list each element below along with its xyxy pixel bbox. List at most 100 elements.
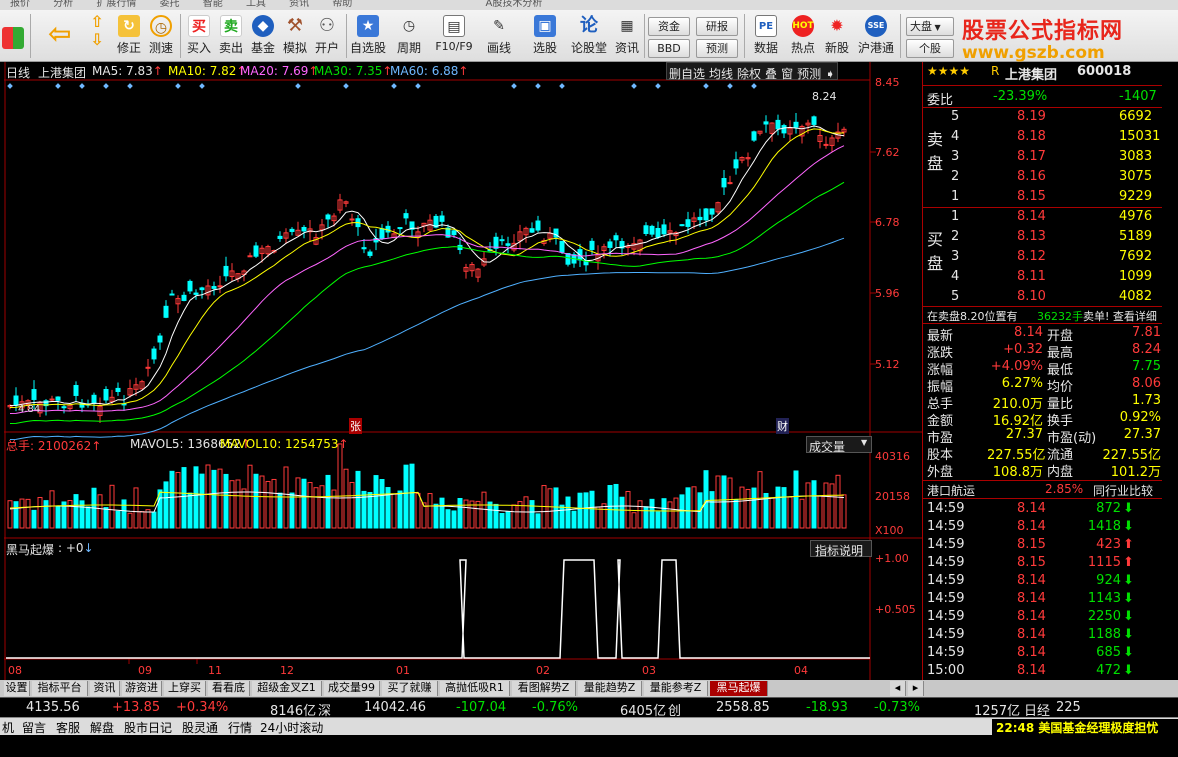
open-account-button[interactable]: ⚇ 开户 bbox=[312, 13, 342, 59]
bottom-item[interactable]: 股市日记 bbox=[124, 719, 172, 736]
draw-button[interactable]: ✎ 画线 bbox=[482, 13, 516, 59]
single-stock-button[interactable]: 个股 bbox=[906, 39, 954, 58]
date-axis-label: 01 bbox=[396, 664, 410, 677]
exright-button[interactable]: 除权 bbox=[735, 67, 763, 81]
menu-extended[interactable]: 扩展行情 bbox=[96, 0, 136, 9]
bottom-item[interactable]: 股灵通 bbox=[182, 719, 218, 736]
order-price[interactable]: 8.16 bbox=[1017, 169, 1046, 184]
menu-analysis[interactable]: 分析 bbox=[53, 0, 73, 9]
forum-button[interactable]: 论论股堂 bbox=[570, 13, 608, 59]
period-label: 日线 bbox=[6, 66, 31, 80]
hk-connect-button[interactable]: SSE 沪港通 bbox=[856, 13, 896, 59]
order-price[interactable]: 8.12 bbox=[1017, 249, 1046, 264]
volume-bar bbox=[187, 492, 193, 529]
tab-item[interactable]: 看图解势Z bbox=[512, 681, 576, 696]
expand-icon[interactable]: ➧ bbox=[823, 67, 837, 81]
scroll-left-icon[interactable]: ◂ bbox=[890, 681, 906, 696]
tab-item[interactable]: 游资进 bbox=[122, 681, 162, 696]
forecast-button[interactable]: 预测 bbox=[696, 39, 738, 58]
overlay-button[interactable]: 叠 bbox=[763, 67, 779, 81]
speed-test-button[interactable]: ◷ 测速 bbox=[146, 13, 176, 59]
remove-watchlist-button[interactable]: 删自选 bbox=[667, 67, 707, 81]
candle-body bbox=[289, 228, 295, 232]
candle-body bbox=[223, 265, 229, 277]
candle-body bbox=[535, 220, 541, 231]
tab-item[interactable]: 上穿买 bbox=[164, 681, 206, 696]
research-button[interactable]: 研报 bbox=[696, 17, 738, 36]
sell-button[interactable]: 卖卖出 bbox=[216, 13, 246, 59]
big-market-dropdown[interactable]: 大盘 ▼ bbox=[906, 17, 954, 36]
menu-quote[interactable]: 报价 bbox=[10, 0, 30, 9]
order-price[interactable]: 8.13 bbox=[1017, 229, 1046, 244]
menu-order[interactable]: 委托 bbox=[160, 0, 180, 9]
select-stock-button[interactable]: ▣ 选股 bbox=[528, 13, 562, 59]
tab-active[interactable]: 黑马起爆 bbox=[710, 681, 768, 696]
volume-bar bbox=[577, 492, 583, 529]
bbd-button[interactable]: BBD bbox=[648, 39, 690, 58]
bottom-item[interactable]: 24小时滚动 bbox=[260, 719, 323, 736]
bottom-item[interactable]: 行情 bbox=[228, 719, 252, 736]
select-label: 选股 bbox=[532, 41, 557, 55]
buy-button[interactable]: 买买入 bbox=[184, 13, 214, 59]
sector-name[interactable]: 港口航运 bbox=[927, 482, 975, 499]
order-price[interactable]: 8.14 bbox=[1017, 209, 1046, 224]
chart-canvas[interactable] bbox=[4, 62, 922, 680]
tab-item[interactable]: 量能参考Z bbox=[644, 681, 708, 696]
panel-stock-name: 上港集团 bbox=[1005, 68, 1058, 83]
weibi-value: -23.39% bbox=[993, 89, 1048, 104]
menu-info[interactable]: 资讯 bbox=[289, 0, 309, 9]
menu-tools[interactable]: 工具 bbox=[246, 0, 266, 9]
bottom-item[interactable]: 客服 bbox=[56, 719, 80, 736]
tab-item[interactable]: 成交量99 bbox=[324, 681, 380, 696]
bottom-item[interactable]: 机 bbox=[2, 719, 14, 736]
app-window: 报价 分析 扩展行情 委托 智能 工具 资讯 帮助 A股技术分析 ⇦ ⇧ ⇩ ↻ 修… bbox=[0, 0, 1178, 757]
order-price[interactable]: 8.15 bbox=[1017, 189, 1046, 204]
new-stock-button[interactable]: ✹ 新股 bbox=[822, 13, 852, 59]
news-ticker[interactable]: 22:48 美国基金经理极度担忧 bbox=[992, 719, 1178, 736]
order-price[interactable]: 8.19 bbox=[1017, 109, 1046, 124]
tab-item[interactable]: 设置 bbox=[4, 681, 30, 696]
period-button[interactable]: ◷ 周期 bbox=[392, 13, 426, 59]
order-price[interactable]: 8.10 bbox=[1017, 289, 1046, 304]
tab-item[interactable]: 超级金叉Z1 bbox=[252, 681, 322, 696]
order-price[interactable]: 8.17 bbox=[1017, 149, 1046, 164]
hot-button[interactable]: HOT 热点 bbox=[788, 13, 818, 59]
tab-item[interactable]: 量能趋势Z bbox=[578, 681, 642, 696]
menu-smart[interactable]: 智能 bbox=[203, 0, 223, 9]
zhang-marker[interactable]: 张 bbox=[349, 418, 362, 434]
info-button[interactable]: ▦ 资讯 bbox=[612, 13, 642, 59]
cai-marker[interactable]: 财 bbox=[776, 418, 789, 434]
simulate-button[interactable]: ⚒ 模拟 bbox=[280, 13, 310, 59]
volume-selector[interactable]: 成交量 ▼ bbox=[806, 436, 872, 454]
big-order-link[interactable]: 卖单! 查看详细 bbox=[1083, 308, 1157, 324]
window-button[interactable]: 窗 bbox=[779, 67, 795, 81]
watchlist-button[interactable]: ★ 自选股 bbox=[350, 13, 386, 59]
tab-item[interactable]: 高抛低吸R1 bbox=[440, 681, 510, 696]
down-arrow-icon: ⬇ bbox=[1123, 519, 1134, 534]
order-price[interactable]: 8.18 bbox=[1017, 129, 1046, 144]
tab-item[interactable]: 资讯 bbox=[90, 681, 120, 696]
bottom-item[interactable]: 解盘 bbox=[90, 719, 114, 736]
f10-button[interactable]: ▤ F10/F9 bbox=[432, 13, 476, 59]
capital-button[interactable]: 资金 bbox=[648, 17, 690, 36]
data-button[interactable]: PE 数据 bbox=[748, 13, 784, 59]
tab-item[interactable]: 看看底 bbox=[208, 681, 250, 696]
sector-compare-link[interactable]: 同行业比较 bbox=[1093, 482, 1153, 499]
site-logo-url: www.gszb.com bbox=[962, 43, 1105, 63]
ma-button[interactable]: 均线 bbox=[707, 67, 735, 81]
back-button[interactable]: ⇦ bbox=[40, 13, 78, 59]
forecast-chart-button[interactable]: 预测 bbox=[795, 67, 823, 81]
up-down-button[interactable]: ⇧ ⇩ bbox=[82, 13, 112, 59]
fix-button[interactable]: ↻ 修正 bbox=[114, 13, 144, 59]
indicator-explain-button[interactable]: 指标说明 bbox=[810, 540, 872, 558]
tab-item[interactable]: 指标平台 bbox=[32, 681, 88, 696]
order-level: 2 bbox=[951, 229, 960, 244]
bottom-item[interactable]: 留言 bbox=[22, 719, 46, 736]
scroll-right-icon[interactable]: ▸ bbox=[908, 681, 924, 696]
order-price[interactable]: 8.11 bbox=[1017, 269, 1046, 284]
tab-item[interactable]: 买了就赚 bbox=[382, 681, 438, 696]
fund-button[interactable]: ◆ 基金 bbox=[248, 13, 278, 59]
windows-icon[interactable] bbox=[0, 13, 26, 59]
menu-help[interactable]: 帮助 bbox=[332, 0, 352, 9]
kline-chart-area[interactable]: 日线 上港集团 MA5: 7.83↑ MA10: 7.82↑ MA20: 7.6… bbox=[4, 62, 922, 680]
